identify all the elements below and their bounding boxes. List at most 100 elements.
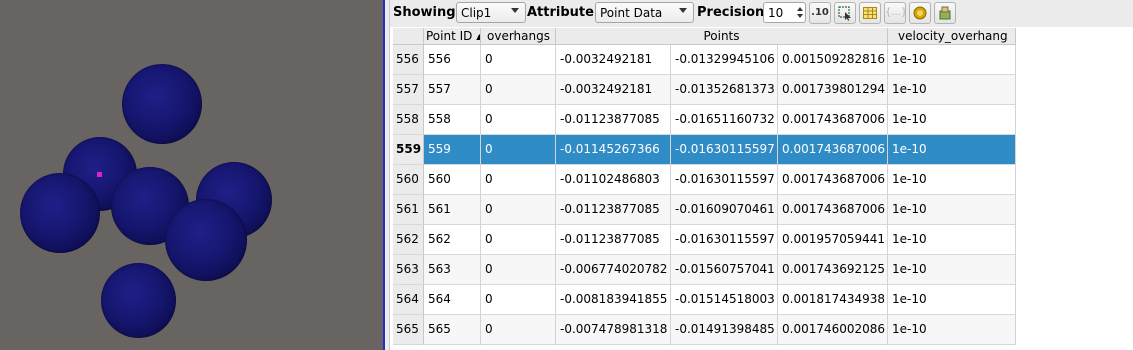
column-header-overhangs[interactable]: overhangs [481, 28, 556, 45]
cell-points-x[interactable]: -0.01123877085 [556, 195, 671, 225]
cell-point-id[interactable]: 558 [424, 105, 481, 135]
fixed-representation-button[interactable]: .10 [809, 2, 831, 24]
cell-points-y[interactable]: -0.01630115597 [671, 135, 778, 165]
column-header-label: velocity_overhang [898, 29, 1008, 43]
cell-points-y[interactable]: -0.01514518003 [671, 285, 778, 315]
cell-points-x[interactable]: -0.01145267366 [556, 135, 671, 165]
cell-points-z[interactable]: 0.001743687006 [778, 165, 888, 195]
sphere [101, 263, 176, 338]
precision-spinbox[interactable]: 10 [763, 2, 806, 23]
cell-velocity-overhang[interactable]: 1e-10 [888, 105, 1016, 135]
cell-points-z[interactable]: 0.001739801294 [778, 75, 888, 105]
row-header[interactable]: 557 [393, 75, 424, 105]
cell-velocity-overhang[interactable]: 1e-10 [888, 225, 1016, 255]
cell-velocity-overhang[interactable]: 1e-10 [888, 135, 1016, 165]
cell-points-z[interactable]: 0.001817434938 [778, 285, 888, 315]
column-header-velocity-overhang[interactable]: velocity_overhang [888, 28, 1016, 45]
cell-overhangs[interactable]: 0 [481, 105, 556, 135]
cell-points-z[interactable]: 0.001743687006 [778, 105, 888, 135]
row-header[interactable]: 560 [393, 165, 424, 195]
cell-points-z[interactable]: 0.001746002086 [778, 315, 888, 345]
cell-velocity-overhang[interactable]: 1e-10 [888, 195, 1016, 225]
precision-value: 10 [768, 6, 784, 20]
split-view-button[interactable] [934, 2, 956, 24]
spreadsheet-toolbar: Showing Clip1 Attribute: Point Data Prec… [390, 0, 1133, 27]
column-header-points[interactable]: Points [556, 28, 888, 45]
cell-points-z[interactable]: 0.001743692125 [778, 255, 888, 285]
row-header[interactable]: 562 [393, 225, 424, 255]
cell-overhangs[interactable]: 0 [481, 315, 556, 345]
select-cells-button[interactable] [834, 2, 856, 24]
render-view[interactable] [0, 0, 383, 350]
select-cells-icon [838, 6, 851, 21]
cell-overhangs[interactable]: 0 [481, 285, 556, 315]
spreadsheet-table[interactable]: Point ID ▲ overhangs Points velocity_ove… [393, 28, 1133, 350]
cell-velocity-overhang[interactable]: 1e-10 [888, 285, 1016, 315]
cell-velocity-overhang[interactable]: 1e-10 [888, 315, 1016, 345]
cell-points-y[interactable]: -0.01352681373 [671, 75, 778, 105]
cell-points-z[interactable]: 0.001743687006 [778, 135, 888, 165]
cell-point-id[interactable]: 563 [424, 255, 481, 285]
row-header[interactable]: 561 [393, 195, 424, 225]
cell-point-id[interactable]: 560 [424, 165, 481, 195]
row-header[interactable]: 565 [393, 315, 424, 345]
fixed-representation-icon: .10 [811, 7, 829, 18]
cell-overhangs[interactable]: 0 [481, 45, 556, 75]
cell-point-id[interactable]: 561 [424, 195, 481, 225]
row-header[interactable]: 559 [393, 135, 424, 165]
toggle-field-data-button[interactable] [909, 2, 931, 24]
column-header-point-id[interactable]: Point ID ▲ [424, 28, 481, 45]
cell-points-y[interactable]: -0.01329945106 [671, 45, 778, 75]
cell-overhangs[interactable]: 0 [481, 195, 556, 225]
cell-points-y[interactable]: -0.01491398485 [671, 315, 778, 345]
cell-points-y[interactable]: -0.01630115597 [671, 165, 778, 195]
toggle-columns-button[interactable] [859, 2, 881, 24]
corner-header[interactable] [393, 28, 424, 45]
cell-points-z[interactable]: 0.001509282816 [778, 45, 888, 75]
showing-source-select[interactable]: Clip1 [456, 2, 526, 23]
spin-up-icon[interactable] [797, 7, 803, 11]
cell-points-x[interactable]: -0.008183941855 [556, 285, 671, 315]
column-header-label: overhangs [487, 29, 550, 43]
cell-connectivity-button[interactable]: {...} [884, 2, 907, 24]
attribute-label: Attribute: [527, 5, 600, 20]
cell-points-x[interactable]: -0.0032492181 [556, 75, 671, 105]
spin-down-icon[interactable] [797, 14, 803, 18]
chevron-down-icon [679, 8, 687, 13]
cell-overhangs[interactable]: 0 [481, 225, 556, 255]
row-header[interactable]: 556 [393, 45, 424, 75]
cell-points-y[interactable]: -0.01651160732 [671, 105, 778, 135]
row-header[interactable]: 563 [393, 255, 424, 285]
cell-overhangs[interactable]: 0 [481, 135, 556, 165]
cell-point-id[interactable]: 562 [424, 225, 481, 255]
cell-velocity-overhang[interactable]: 1e-10 [888, 45, 1016, 75]
cell-overhangs[interactable]: 0 [481, 75, 556, 105]
attribute-select[interactable]: Point Data [595, 2, 694, 23]
cell-velocity-overhang[interactable]: 1e-10 [888, 165, 1016, 195]
cell-points-z[interactable]: 0.001957059441 [778, 225, 888, 255]
cell-points-y[interactable]: -0.01609070461 [671, 195, 778, 225]
cell-overhangs[interactable]: 0 [481, 255, 556, 285]
cell-velocity-overhang[interactable]: 1e-10 [888, 75, 1016, 105]
cell-points-x[interactable]: -0.01123877085 [556, 225, 671, 255]
cell-points-y[interactable]: -0.01560757041 [671, 255, 778, 285]
cell-velocity-overhang[interactable]: 1e-10 [888, 255, 1016, 285]
cell-points-y[interactable]: -0.01630115597 [671, 225, 778, 255]
cell-points-x[interactable]: -0.01102486803 [556, 165, 671, 195]
cell-point-id[interactable]: 556 [424, 45, 481, 75]
cell-overhangs[interactable]: 0 [481, 165, 556, 195]
row-header[interactable]: 558 [393, 105, 424, 135]
toggle-columns-icon [863, 7, 877, 19]
row-header[interactable]: 564 [393, 285, 424, 315]
cell-points-x[interactable]: -0.0032492181 [556, 45, 671, 75]
cell-point-id[interactable]: 564 [424, 285, 481, 315]
cell-points-x[interactable]: -0.007478981318 [556, 315, 671, 345]
cell-points-x[interactable]: -0.01123877085 [556, 105, 671, 135]
cell-points-z[interactable]: 0.001743687006 [778, 195, 888, 225]
cell-point-id[interactable]: 565 [424, 315, 481, 345]
cell-points-x[interactable]: -0.006774020782 [556, 255, 671, 285]
cell-point-id[interactable]: 559 [424, 135, 481, 165]
cell-point-id[interactable]: 557 [424, 75, 481, 105]
view-splitter[interactable] [385, 0, 390, 350]
chevron-down-icon [511, 8, 519, 13]
